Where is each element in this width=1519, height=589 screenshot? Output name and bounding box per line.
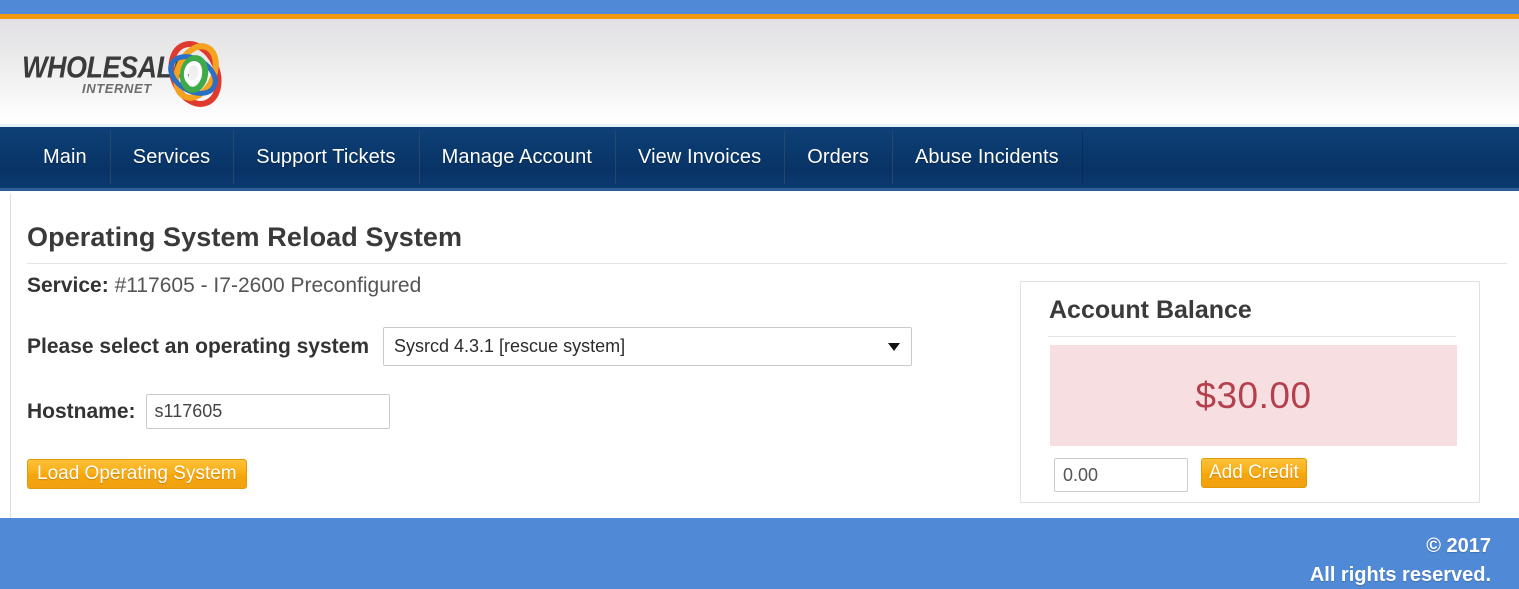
title-divider: [27, 263, 1507, 264]
hostname-input[interactable]: [145, 394, 390, 429]
nav-item-list: Main Services Support Tickets Manage Acc…: [20, 127, 1083, 188]
load-operating-system-button[interactable]: Load Operating System: [27, 459, 247, 489]
os-select-dropdown[interactable]: Sysrcd 4.3.1 [rescue system]: [383, 327, 912, 366]
os-select-value: Sysrcd 4.3.1 [rescue system]: [394, 336, 626, 356]
nav-item-abuse-incidents[interactable]: Abuse Incidents: [891, 127, 1083, 188]
site-logo[interactable]: WHOLESALE INTERNET: [22, 37, 232, 109]
os-select-label: Please select an operating system: [27, 334, 369, 358]
account-balance-title: Account Balance: [1049, 296, 1252, 324]
service-label: Service:: [27, 274, 109, 297]
account-balance-amount-box: $30.00: [1050, 345, 1457, 446]
main-navigation: Main Services Support Tickets Manage Acc…: [0, 127, 1519, 191]
account-balance-amount: $30.00: [1195, 374, 1312, 416]
account-balance-panel: Account Balance $30.00 Add Credit: [1020, 281, 1480, 503]
add-credit-amount-input[interactable]: [1054, 458, 1188, 492]
hostname-label: Hostname:: [27, 399, 136, 423]
nav-item-main[interactable]: Main: [20, 127, 111, 188]
nav-item-view-invoices[interactable]: View Invoices: [615, 127, 786, 188]
content-area: Operating System Reload System Service: …: [10, 194, 1519, 518]
service-info-line: Service: #117605 - I7-2600 Preconfigured: [27, 274, 421, 298]
footer-text-block: © 2017 All rights reserved.: [1310, 532, 1491, 589]
logo-subtitle-text: INTERNET: [82, 81, 152, 96]
top-accent-bar: [0, 0, 1519, 14]
swirl-logo-icon: [168, 41, 222, 107]
site-footer: © 2017 All rights reserved.: [0, 518, 1519, 589]
logo-wordmark-text: WHOLESALE: [22, 50, 191, 85]
page-title: Operating System Reload System: [27, 222, 463, 252]
add-credit-button[interactable]: Add Credit: [1201, 458, 1307, 488]
os-select-row: Please select an operating system Sysrcd…: [27, 327, 912, 366]
account-balance-divider: [1048, 336, 1456, 337]
nav-item-support-tickets[interactable]: Support Tickets: [233, 127, 420, 188]
footer-rights: All rights reserved.: [1309, 564, 1491, 586]
footer-copyright: © 2017: [1426, 535, 1491, 557]
page-root: WHOLESALE INTERNET Main Services Support…: [0, 0, 1519, 589]
hostname-row: Hostname:: [27, 394, 390, 429]
nav-item-services[interactable]: Services: [109, 127, 234, 188]
site-header: WHOLESALE INTERNET: [0, 19, 1519, 127]
chevron-down-icon: [888, 342, 900, 351]
nav-item-orders[interactable]: Orders: [784, 127, 893, 188]
nav-item-manage-account[interactable]: Manage Account: [418, 127, 617, 188]
service-value: #117605 - I7-2600 Preconfigured: [114, 274, 422, 297]
